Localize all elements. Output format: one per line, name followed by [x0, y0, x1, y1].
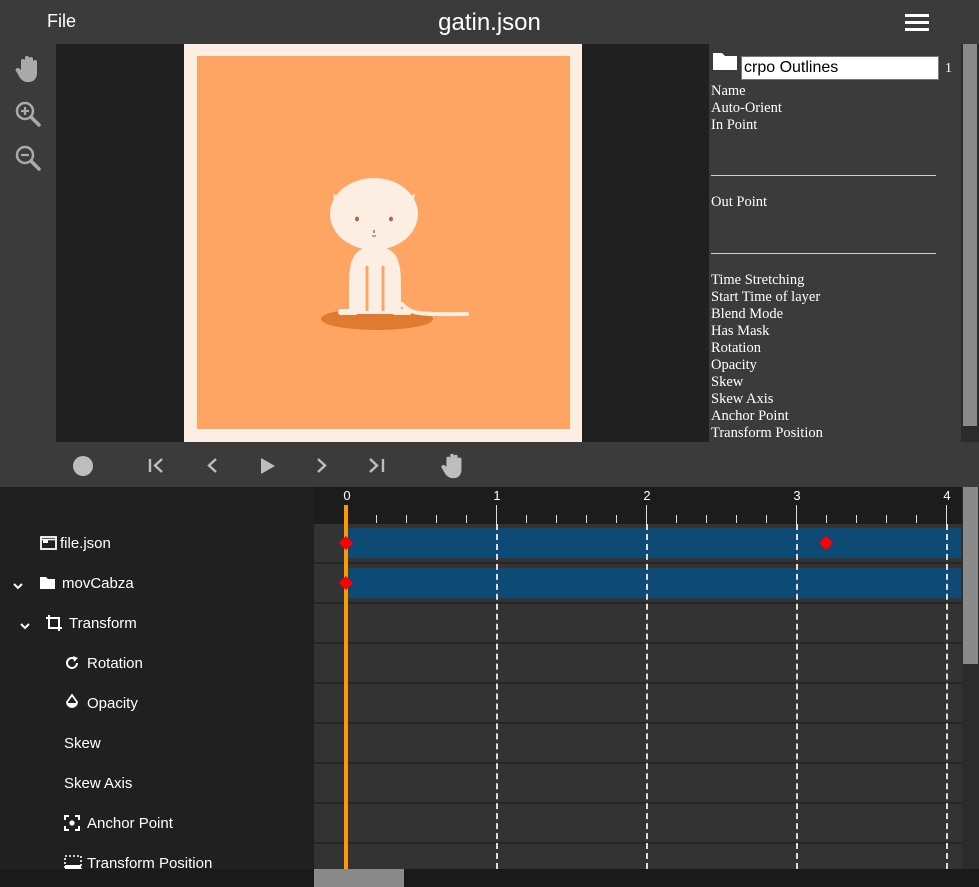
properties-scroll-thumb[interactable]	[963, 44, 977, 426]
header-bar: File gatin.json	[0, 0, 979, 44]
anchor-point-icon	[64, 815, 80, 835]
property-row-opacity[interactable]: Opacity	[0, 684, 314, 724]
rotate-icon	[64, 655, 80, 675]
property-row-skew-axis[interactable]: Skew Axis	[0, 764, 314, 804]
layers-panel: file.json movCabza Transform Rotation Op…	[0, 487, 314, 872]
layer-label: Transform	[69, 615, 137, 632]
canvas-stage[interactable]	[56, 44, 709, 442]
properties-panel: 1 Name Auto-Orient In Point Out Point Ti…	[709, 44, 961, 442]
hamburger-menu-icon[interactable]	[905, 14, 929, 32]
layer-name-input[interactable]	[741, 56, 939, 80]
tool-sidebar	[0, 44, 56, 442]
transport-bar	[0, 442, 979, 487]
playhead[interactable]	[344, 505, 348, 869]
skew-label: Skew	[711, 374, 744, 390]
property-row-anchor-point[interactable]: Anchor Point	[0, 804, 314, 844]
folder-icon	[39, 576, 56, 594]
property-row-skew[interactable]: Skew	[0, 724, 314, 764]
composition-icon	[40, 536, 57, 554]
layer-label: Anchor Point	[87, 815, 173, 832]
go-to-end-icon[interactable]	[366, 454, 388, 476]
out-point-slider[interactable]	[711, 253, 936, 254]
animation-preview	[197, 56, 570, 429]
second-gridline	[796, 524, 798, 869]
play-icon[interactable]	[257, 454, 279, 476]
layer-label: Rotation	[87, 655, 143, 672]
layer-row-file[interactable]: file.json	[0, 524, 314, 564]
transform-position-label: Transform Position	[711, 425, 823, 441]
layer-label: Skew Axis	[64, 775, 133, 792]
layer-row-movcabza[interactable]: movCabza	[0, 564, 314, 604]
name-label: Name	[711, 83, 746, 99]
auto-orient-label: Auto-Orient	[711, 100, 782, 116]
zoom-in-icon[interactable]	[12, 98, 44, 130]
layer-duration-bar[interactable]	[346, 528, 961, 558]
timeline-overlay	[314, 487, 962, 869]
horizontal-scrollbar[interactable]	[0, 869, 979, 887]
folder-icon	[712, 51, 738, 76]
second-gridline	[646, 524, 648, 869]
layer-label: file.json	[60, 535, 111, 552]
layer-index: 1	[945, 61, 952, 76]
layer-label: Skew	[64, 735, 101, 752]
zoom-out-icon[interactable]	[12, 142, 44, 174]
property-row-rotation[interactable]: Rotation	[0, 644, 314, 684]
timeline-vertical-scroll-thumb[interactable]	[963, 487, 978, 664]
anchor-point-label: Anchor Point	[711, 408, 789, 424]
skew-axis-label: Skew Axis	[711, 391, 774, 407]
in-point-slider[interactable]	[711, 175, 936, 176]
blend-mode-label: Blend Mode	[711, 306, 784, 322]
hand-icon[interactable]	[12, 52, 44, 84]
start-time-label: Start Time of layer	[711, 289, 821, 305]
next-frame-icon[interactable]	[311, 454, 333, 476]
document-title: gatin.json	[438, 9, 541, 36]
second-gridline	[496, 524, 498, 869]
layer-label: movCabza	[62, 575, 134, 592]
pan-icon[interactable]	[438, 450, 468, 480]
opacity-drop-icon	[64, 693, 80, 714]
artboard[interactable]	[184, 44, 582, 442]
rotation-label: Rotation	[711, 340, 761, 356]
in-point-label: In Point	[711, 117, 758, 133]
second-gridline	[946, 524, 948, 869]
layer-label: Opacity	[87, 695, 138, 712]
file-menu[interactable]: File	[47, 11, 76, 32]
has-mask-label: Has Mask	[711, 323, 770, 339]
chevron-down-icon[interactable]	[19, 618, 31, 635]
previous-frame-icon[interactable]	[201, 454, 223, 476]
timeline-panel[interactable]: 01234	[314, 487, 962, 869]
layer-duration-bar[interactable]	[346, 568, 961, 598]
crop-icon	[45, 614, 63, 636]
horizontal-scroll-thumb[interactable]	[314, 869, 404, 887]
record-icon[interactable]	[72, 454, 94, 476]
go-to-start-icon[interactable]	[146, 454, 168, 476]
opacity-label: Opacity	[711, 357, 757, 373]
out-point-label: Out Point	[711, 194, 767, 210]
cat-illustration	[321, 178, 469, 330]
layer-row-transform[interactable]: Transform	[0, 604, 314, 644]
time-stretching-label: Time Stretching	[711, 272, 805, 288]
chevron-down-icon[interactable]	[12, 578, 24, 595]
